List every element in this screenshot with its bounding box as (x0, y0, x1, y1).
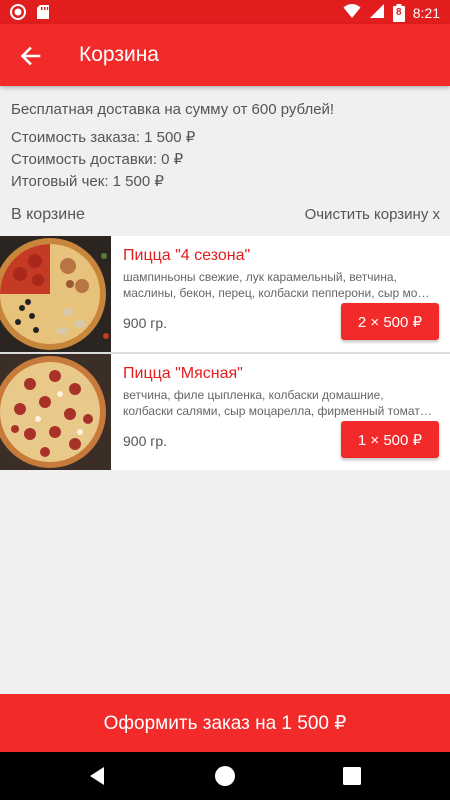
battery-icon: 8 (392, 3, 405, 22)
cart-heading: В корзине (11, 206, 85, 223)
item-description-line: шампиньоны свежие, лук карамельный, ветч… (123, 270, 397, 284)
clock: 8:21 (412, 4, 440, 21)
item-description-line: ветчина, филе цыпленка, колбаски домашни… (123, 388, 384, 402)
pizza-image (0, 354, 111, 470)
item-description: ветчина, филе цыпленка, колбаски домашни… (123, 387, 439, 419)
order-cost-text: Стоимость заказа: 1 500 ₽ (11, 129, 196, 146)
clear-cart-button[interactable]: Очистить корзину x (305, 206, 440, 223)
quantity-price-button[interactable]: 1 × 500 ₽ (341, 421, 439, 458)
wifi-icon (343, 3, 361, 22)
quantity-price-button[interactable]: 2 × 500 ₽ (341, 303, 439, 340)
item-weight: 900 гр. (123, 315, 168, 331)
status-bar: 8 8:21 (0, 0, 450, 24)
cart-item: Пицца "Мясная" ветчина, филе цыпленка, к… (0, 354, 450, 470)
pizza-image (0, 236, 111, 352)
item-description-line: маслины, бекон, перец, колбаски пепперон… (123, 286, 430, 300)
navigation-bar (0, 752, 450, 800)
cart-item: Пицца "4 сезона" шампиньоны свежие, лук … (0, 236, 450, 352)
home-nav-icon[interactable] (213, 764, 237, 788)
item-description-line: колбаски салями, сыр моцарелла, фирменны… (123, 404, 432, 418)
delivery-cost-text: Стоимость доставки: 0 ₽ (11, 151, 184, 168)
total-text: Итоговый чек: 1 500 ₽ (11, 173, 164, 190)
page-title: Корзина (79, 43, 159, 66)
item-name[interactable]: Пицца "4 сезона" (123, 247, 250, 265)
notification-record-icon (10, 4, 26, 25)
signal-icon (369, 3, 385, 22)
checkout-button[interactable]: Оформить заказ на 1 500 ₽ (0, 694, 450, 752)
back-nav-icon[interactable] (86, 764, 110, 788)
item-name[interactable]: Пицца "Мясная" (123, 365, 243, 383)
battery-level: 8 (395, 6, 402, 18)
sd-card-icon (36, 4, 50, 25)
recents-nav-icon[interactable] (340, 764, 364, 788)
item-description: шампиньоны свежие, лук карамельный, ветч… (123, 269, 439, 301)
item-weight: 900 гр. (123, 433, 168, 449)
back-arrow-icon[interactable] (18, 43, 44, 69)
free-delivery-text: Бесплатная доставка на сумму от 600 рубл… (11, 101, 335, 118)
app-bar: Корзина (0, 24, 450, 86)
